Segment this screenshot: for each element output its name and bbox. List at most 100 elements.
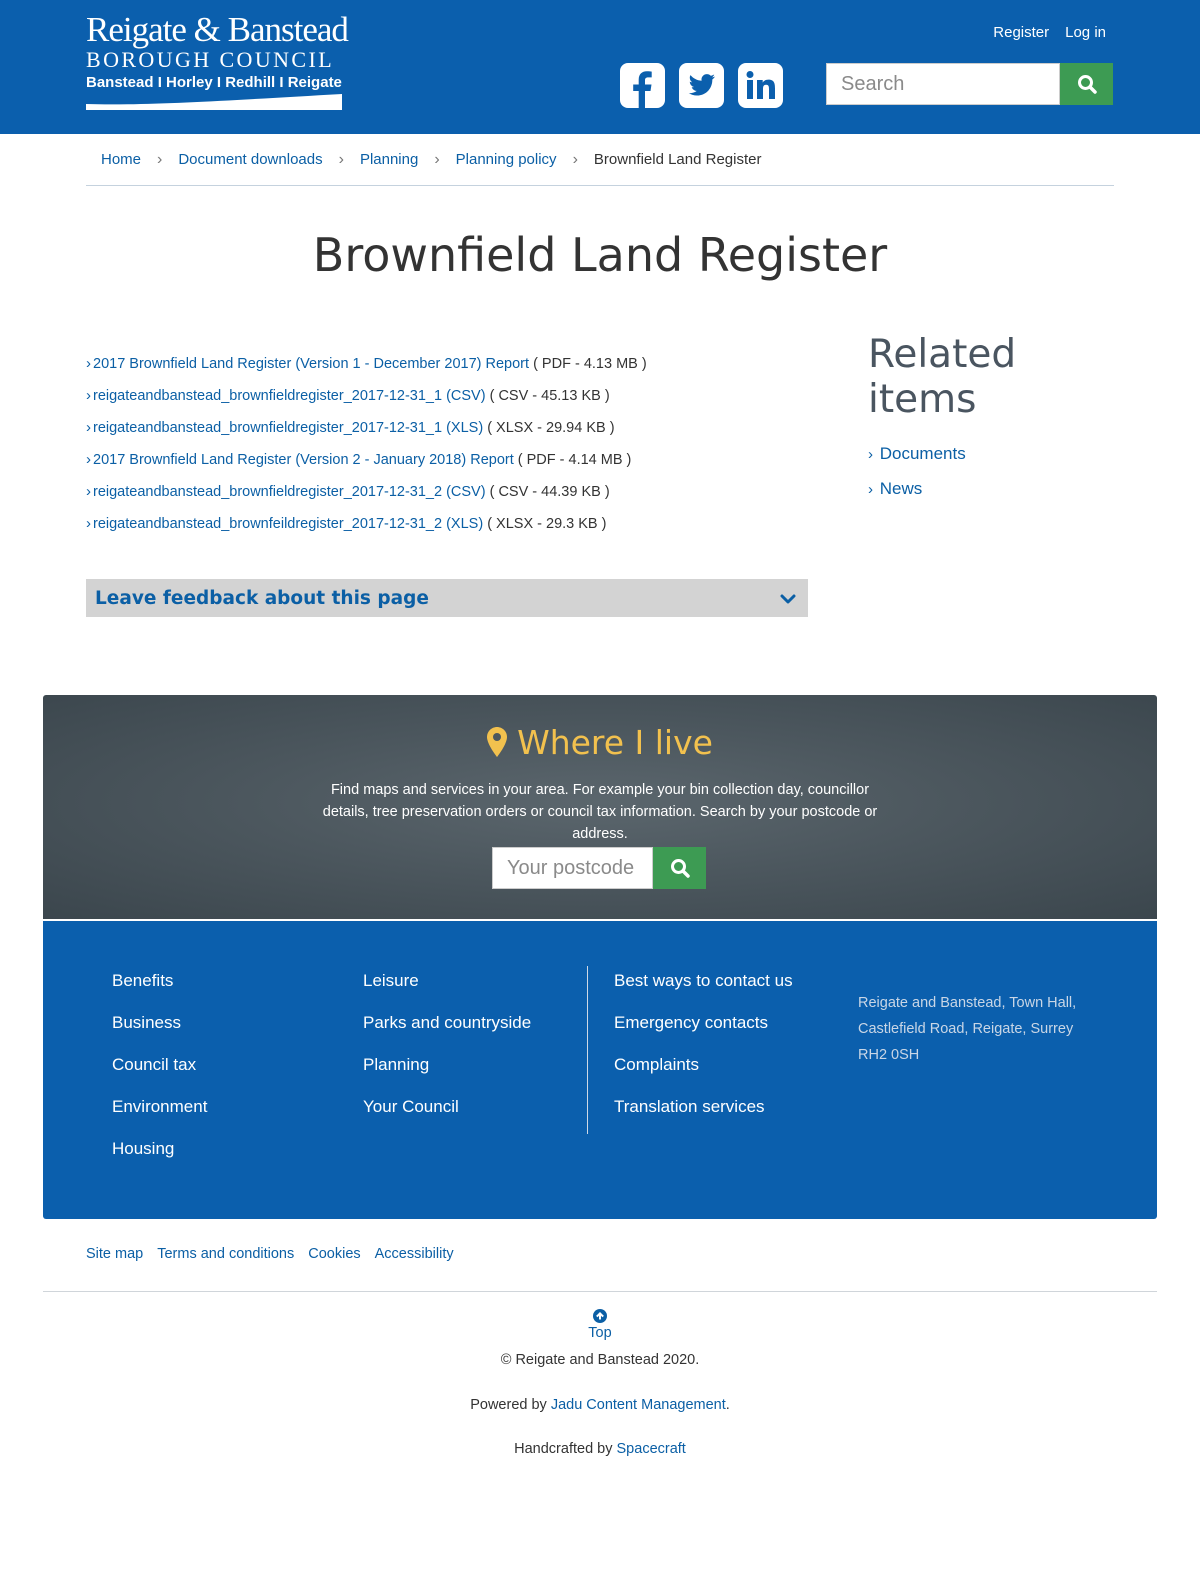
register-link[interactable]: Register — [993, 24, 1049, 41]
download-link[interactable]: reigateandbanstead_brownfeildregister_20… — [93, 516, 483, 532]
breadcrumb-separator-icon: › — [157, 150, 163, 168]
download-item: › 2017 Brownfield Land Register (Version … — [86, 354, 806, 386]
chevron-right-icon: › — [86, 515, 91, 532]
footer-link-planning[interactable]: Planning — [363, 1055, 429, 1074]
footer-link-leisure[interactable]: Leisure — [363, 971, 419, 990]
where-i-live-title: Where I live — [43, 723, 1157, 762]
feedback-label: Leave feedback about this page — [95, 587, 429, 609]
footer-divider — [587, 966, 588, 1134]
chevron-right-icon: › — [86, 451, 91, 468]
where-i-live-panel: Where I live Find maps and services in y… — [43, 695, 1157, 919]
footer-link-contact[interactable]: Best ways to contact us — [614, 971, 793, 990]
file-meta: ( PDF - 4.14 MB ) — [517, 452, 632, 468]
footer-link-translation[interactable]: Translation services — [614, 1097, 765, 1116]
footer-column-contact: Best ways to contact us Emergency contac… — [614, 971, 793, 1139]
chevron-right-icon: › — [868, 446, 873, 463]
logo-subtitle: BOROUGH COUNCIL — [86, 47, 335, 72]
chevron-down-icon — [780, 594, 796, 604]
postcode-search — [492, 847, 706, 889]
search-icon — [1077, 75, 1097, 94]
file-meta: ( CSV - 44.39 KB ) — [489, 484, 610, 500]
powered-by: Powered by Jadu Content Management. — [470, 1397, 730, 1413]
search-button[interactable] — [1060, 63, 1113, 105]
related-heading: Related items — [868, 332, 1017, 422]
council-address: Reigate and Banstead, Town Hall, Castlef… — [858, 995, 1077, 1063]
footer-link-environment[interactable]: Environment — [112, 1097, 207, 1116]
accessibility-link[interactable]: Accessibility — [375, 1246, 454, 1262]
breadcrumb: Home › Document downloads › Planning › P… — [86, 134, 1114, 186]
related-link-news[interactable]: News — [880, 479, 923, 498]
back-to-top: Top — [0, 1309, 1200, 1341]
twitter-icon[interactable] — [679, 63, 724, 108]
chevron-right-icon: › — [868, 481, 873, 498]
back-to-top-link[interactable]: Top — [0, 1309, 1200, 1341]
footer-link-parks[interactable]: Parks and countryside — [363, 1013, 531, 1032]
site-search — [826, 63, 1114, 105]
footer-column-services: Benefits Business Council tax Environmen… — [112, 971, 207, 1181]
site-map-link[interactable]: Site map — [86, 1246, 143, 1262]
postcode-search-button[interactable] — [653, 847, 706, 889]
file-meta: ( PDF - 4.13 MB ) — [533, 356, 647, 372]
footer-link-complaints[interactable]: Complaints — [614, 1055, 699, 1074]
breadcrumb-planning[interactable]: Planning — [360, 151, 418, 168]
footer-link-benefits[interactable]: Benefits — [112, 971, 173, 990]
download-item: › reigateandbanstead_brownfieldregister_2… — [86, 418, 806, 450]
download-list: › 2017 Brownfield Land Register (Version … — [86, 354, 806, 546]
account-links: Register Log in — [993, 24, 1106, 41]
related-item: › Documents — [868, 444, 1118, 479]
file-meta: ( XLSX - 29.94 KB ) — [487, 420, 615, 436]
breadcrumb-planning-policy[interactable]: Planning policy — [456, 151, 557, 168]
footer-link-housing[interactable]: Housing — [112, 1139, 174, 1158]
cookies-link[interactable]: Cookies — [308, 1246, 360, 1262]
handcrafted-by: Handcrafted by Spacecraft — [514, 1441, 686, 1457]
social-links — [620, 63, 783, 108]
breadcrumb-current: Brownfield Land Register — [593, 151, 762, 168]
council-logo[interactable]: Reigate & Banstead BOROUGH COUNCIL Banst… — [86, 12, 349, 112]
breadcrumb-separator-icon: › — [434, 150, 440, 168]
page-title: Brownfield Land Register — [312, 228, 888, 282]
download-link[interactable]: 2017 Brownfield Land Register (Version 2… — [93, 452, 514, 468]
breadcrumb-separator-icon: › — [572, 150, 578, 168]
file-meta: ( CSV - 45.13 KB ) — [489, 388, 610, 404]
site-footer: Benefits Business Council tax Environmen… — [43, 921, 1157, 1219]
arrow-up-circle-icon — [593, 1309, 607, 1323]
search-input[interactable] — [826, 63, 1060, 105]
download-link[interactable]: 2017 Brownfield Land Register (Version 1… — [93, 356, 529, 372]
linkedin-icon[interactable] — [738, 63, 783, 108]
login-link[interactable]: Log in — [1065, 24, 1106, 41]
download-link[interactable]: reigateandbanstead_brownfieldregister_20… — [93, 420, 483, 436]
chevron-right-icon: › — [86, 419, 91, 436]
chevron-right-icon: › — [86, 483, 91, 500]
breadcrumb-home[interactable]: Home — [101, 151, 141, 168]
download-link[interactable]: reigateandbanstead_brownfieldregister_20… — [93, 484, 486, 500]
download-item: › 2017 Brownfield Land Register (Version … — [86, 450, 806, 482]
download-item: › reigateandbanstead_brownfieldregister_2… — [86, 482, 806, 514]
footer-divider-line — [43, 1291, 1157, 1292]
breadcrumb-separator-icon: › — [338, 150, 344, 168]
jadu-link[interactable]: Jadu Content Management — [551, 1397, 726, 1413]
legal-links: Site map Terms and conditions Cookies Ac… — [86, 1246, 454, 1262]
footer-link-business[interactable]: Business — [112, 1013, 181, 1032]
file-meta: ( XLSX - 29.3 KB ) — [487, 516, 607, 532]
site-header: Reigate & Banstead BOROUGH COUNCIL Banst… — [0, 0, 1200, 134]
download-link[interactable]: reigateandbanstead_brownfieldregister_20… — [93, 388, 486, 404]
download-item: › reigateandbanstead_brownfeildregister_2… — [86, 514, 806, 546]
footer-link-emergency[interactable]: Emergency contacts — [614, 1013, 768, 1032]
facebook-icon[interactable] — [620, 63, 665, 108]
terms-link[interactable]: Terms and conditions — [157, 1246, 294, 1262]
postcode-input[interactable] — [492, 847, 653, 889]
breadcrumb-document-downloads[interactable]: Document downloads — [178, 151, 322, 168]
copyright: © Reigate and Banstead 2020. — [500, 1352, 700, 1368]
logo-swoosh — [86, 94, 342, 110]
footer-column-more-services: Leisure Parks and countryside Planning Y… — [363, 971, 531, 1139]
related-link-documents[interactable]: Documents — [880, 444, 966, 463]
spacecraft-link[interactable]: Spacecraft — [617, 1441, 686, 1457]
map-marker-icon — [487, 727, 508, 757]
feedback-toggle[interactable]: Leave feedback about this page — [86, 579, 808, 617]
related-item: › News — [868, 479, 1118, 514]
footer-link-council-tax[interactable]: Council tax — [112, 1055, 196, 1074]
footer-link-your-council[interactable]: Your Council — [363, 1097, 459, 1116]
related-items: Related items › Documents › News — [868, 332, 1118, 514]
logo-title: Reigate & Banstead — [86, 10, 349, 49]
where-i-live-description: Find maps and services in your area. For… — [322, 782, 878, 842]
